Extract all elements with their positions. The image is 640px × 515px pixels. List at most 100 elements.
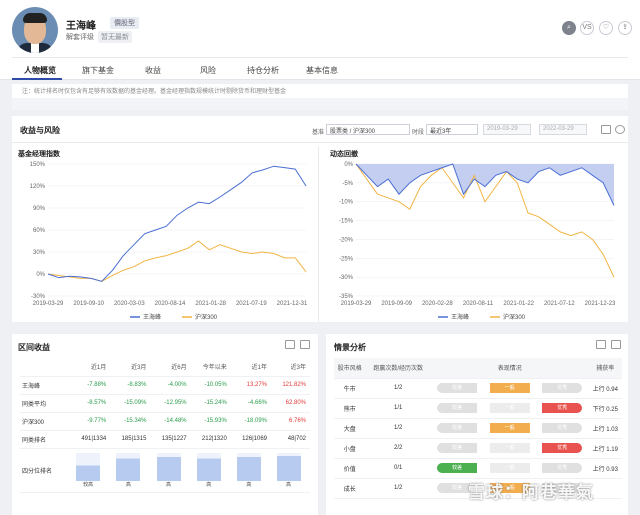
performance-cell: 优秀	[536, 438, 589, 459]
date-to[interactable]: 2022-03-29	[539, 124, 587, 135]
performance-cell: 较差	[430, 458, 484, 479]
col-header: 近3月	[110, 358, 151, 377]
table-cell: -8.83%	[110, 376, 151, 395]
quartile-cell: 高	[190, 448, 231, 493]
search-icon[interactable]: ⌕	[562, 21, 576, 35]
table-cell: -15.93%	[190, 412, 231, 431]
x-tick-label: 2019-03-29	[341, 301, 372, 307]
y-tick-label: 30%	[33, 250, 46, 256]
col-header	[20, 358, 71, 377]
win-count: 1/2	[365, 478, 431, 499]
capture-rate: 下行 0.25	[588, 398, 622, 419]
performance-pill: 优秀	[542, 423, 583, 433]
table-cell: -15.34%	[110, 412, 151, 431]
table-row: 熊市 1/1 较差 一般 优秀 下行 0.25	[334, 398, 622, 419]
tab-returns[interactable]: 收益	[145, 65, 161, 76]
tab-basic-info[interactable]: 基本信息	[306, 65, 338, 76]
y-tick-label: -35%	[339, 294, 354, 300]
table-cell: -8.57%	[70, 394, 111, 413]
benchmark-select[interactable]: 股票类 / 沪深300	[326, 124, 410, 135]
quartile-cell: 高	[271, 448, 310, 493]
col-header: 今年以来	[190, 358, 231, 377]
table-cell: 62.80%	[271, 394, 310, 413]
performance-cell: 优秀	[536, 398, 589, 419]
capture-rate: 上行 0.94	[588, 378, 622, 399]
performance-cell: 一般	[483, 438, 537, 459]
watermark: 雪球：阿巷華氣	[468, 483, 594, 502]
y-tick-label: 120%	[30, 184, 46, 190]
table-cell: 121.82%	[271, 376, 310, 395]
performance-cell: 一般	[483, 458, 537, 479]
table-cell: 48|702	[271, 430, 310, 449]
table-icon[interactable]	[300, 340, 310, 349]
image-icon[interactable]	[596, 340, 606, 349]
quartile-bar	[76, 452, 101, 481]
x-tick-label: 2021-07-12	[544, 301, 575, 307]
favorite-icon[interactable]: ♡	[599, 21, 613, 35]
x-tick-label: 2019-09-09	[381, 301, 412, 307]
manager-name: 王海峰	[66, 21, 96, 32]
y-tick-label: 90%	[33, 206, 46, 212]
series-line-csi300	[47, 240, 307, 282]
avatar	[12, 7, 58, 53]
table-cell: 135|1227	[150, 430, 191, 449]
x-tick-label: 2020-03-03	[114, 301, 145, 307]
col-header: 近1年	[230, 358, 271, 377]
performance-cell: 优秀	[536, 458, 589, 479]
style-badge: 價股型	[110, 17, 139, 29]
tab-overview[interactable]: 人物概览	[24, 65, 56, 76]
win-count: 1/1	[365, 398, 431, 419]
quartile-cell: 较高	[70, 448, 111, 493]
tab-funds[interactable]: 旗下基金	[82, 65, 114, 76]
performance-cell: 较差	[430, 418, 484, 439]
table-cell: 185|1315	[110, 430, 151, 449]
y-tick-label: -30%	[339, 275, 354, 281]
manager-index-chart: 150% 120% 90% 60% 30% 0% -30%2019-03-29 2019-09…	[30, 162, 308, 321]
quartile-bar	[156, 452, 181, 481]
tab-active-indicator	[12, 78, 62, 80]
x-tick-label: 2021-12-31	[277, 301, 308, 307]
table-cell: 491|1334	[70, 430, 111, 449]
spacer	[12, 98, 628, 110]
performance-pill: 较差	[437, 463, 478, 473]
image-icon[interactable]	[601, 125, 611, 134]
quartile-bar	[196, 452, 221, 481]
panel-title: 收益与风险	[20, 126, 60, 135]
x-tick-label: 2021-01-28	[195, 301, 226, 307]
y-tick-label: 150%	[30, 162, 46, 168]
share-icon[interactable]: ⇪	[618, 21, 632, 35]
refresh-icon[interactable]	[615, 125, 625, 134]
y-tick-label: 0%	[36, 272, 45, 278]
date-from[interactable]: 2019-03-29	[483, 124, 531, 135]
table-icon[interactable]	[611, 340, 621, 349]
x-tick-label: 2021-07-19	[236, 301, 267, 307]
tab-holdings[interactable]: 持仓分析	[247, 65, 279, 76]
legend-label: 沪深300	[503, 313, 526, 321]
performance-pill: 一般	[489, 403, 530, 413]
quartile-label: 高	[246, 481, 252, 488]
table-row: 大盘 1/2 较差 一般 优秀 上行 1.03	[334, 418, 622, 439]
period-select[interactable]: 最近3年	[426, 124, 478, 135]
quartile-row: 四分位排名 较高 高 高 高 高 高	[20, 448, 310, 493]
row-label: 同类排名	[20, 430, 71, 449]
table-cell: -4.00%	[150, 376, 191, 395]
legend-label: 沪深300	[195, 313, 218, 321]
y-tick-label: -25%	[339, 256, 354, 262]
interval-returns-panel: 区间收益 近1月 近3月 近6月 今年以来 近1年 近3年 王海峰 -7.88% -…	[12, 334, 318, 515]
tab-risk[interactable]: 风险	[200, 65, 216, 76]
quartile-cell: 高	[230, 448, 271, 493]
quartile-label: 高	[166, 481, 172, 488]
image-icon[interactable]	[285, 340, 295, 349]
benchmark-label: 基准	[312, 130, 325, 136]
col-header: 近6月	[150, 358, 191, 377]
y-tick-label: -15%	[339, 219, 354, 225]
quartile-bar	[116, 452, 141, 481]
row-label: 小盘	[334, 438, 366, 459]
col-header: 股市风格	[334, 358, 366, 379]
performance-cell: 较差	[430, 398, 484, 419]
row-label: 同类平均	[20, 394, 71, 413]
capture-rate: 上行 0.93	[588, 458, 622, 479]
compare-icon[interactable]: VS	[580, 21, 594, 35]
table-cell: -12.95%	[150, 394, 191, 413]
performance-cell: 优秀	[536, 418, 589, 439]
